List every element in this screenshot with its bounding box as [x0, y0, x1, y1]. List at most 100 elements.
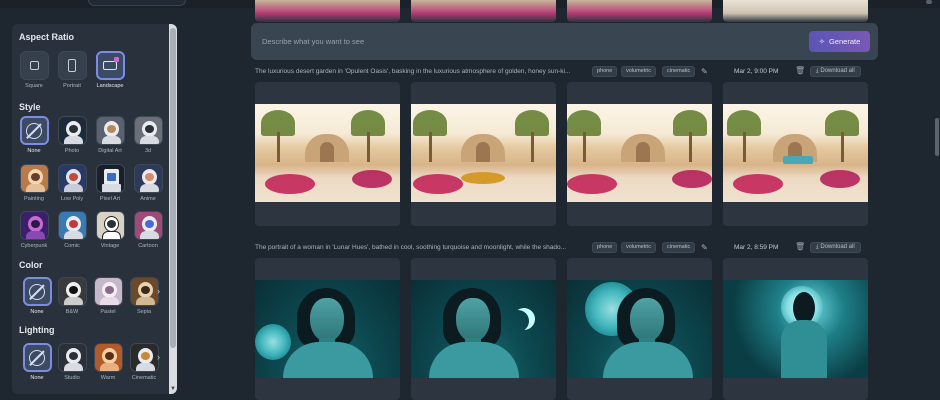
tag-chip[interactable]: cinematic [662, 66, 696, 77]
square-icon [29, 61, 39, 70]
lighting-warm-option[interactable]: Warm [92, 343, 124, 381]
astronaut-thumb-icon [59, 117, 86, 144]
page-scrollbar-thumb[interactable] [935, 118, 939, 156]
generated-image[interactable] [411, 104, 556, 202]
none-icon [26, 122, 42, 139]
astronaut-thumb-icon [131, 278, 158, 305]
image-card[interactable] [567, 82, 712, 226]
none-icon [29, 283, 45, 300]
style-3d-option[interactable]: 3d [132, 116, 164, 154]
sidebar-scrollbar[interactable]: ▼ [169, 24, 177, 394]
astronaut-thumb-icon [21, 165, 48, 192]
trash-icon[interactable]: 🗑 [795, 66, 805, 75]
lighting-none-option[interactable]: None [21, 343, 53, 381]
color-chevron-right-icon[interactable]: › [157, 286, 160, 296]
sidebar-scroll-thumb[interactable] [170, 28, 176, 348]
prev-image-3[interactable] [567, 0, 712, 22]
generation-description: The luxurious desert garden in 'Opulent … [255, 68, 571, 75]
color-pastel-option[interactable]: Pastel [92, 277, 124, 315]
prev-image-4[interactable] [723, 0, 868, 22]
generation-date: Mar 2, 8:59 PM [734, 244, 779, 251]
generated-image[interactable] [411, 280, 556, 378]
astronaut-thumb-icon [21, 212, 48, 239]
generation-header-2: The portrait of a woman in 'Lunar Hues',… [255, 242, 867, 254]
image-card[interactable] [411, 258, 556, 400]
astronaut-thumb-icon [97, 165, 124, 192]
astronaut-thumb-icon [95, 278, 122, 305]
prev-image-2[interactable] [411, 0, 556, 22]
aspect-square-option[interactable]: Square [18, 51, 50, 89]
aspect-portrait-option[interactable]: Portrait [56, 51, 88, 89]
style-pixel-art-option[interactable]: Pixel Art [94, 164, 126, 202]
style-cyberpunk-option[interactable]: Cyberpunk [18, 211, 50, 249]
lighting-cinematic-option[interactable]: Cinematic [128, 343, 160, 381]
generated-image[interactable] [255, 104, 400, 202]
style-none-option[interactable]: None [18, 116, 50, 154]
prompt-bar[interactable]: Describe what you want to see ✧ Generate [251, 23, 878, 60]
image-card[interactable] [723, 82, 868, 226]
prev-image-1[interactable] [255, 0, 400, 22]
astronaut-thumb-icon [59, 212, 86, 239]
generated-image[interactable] [567, 104, 712, 202]
color-none-option[interactable]: None [21, 277, 53, 315]
astronaut-thumb-icon [135, 212, 162, 239]
generated-image[interactable] [567, 280, 712, 378]
astronaut-thumb-icon [131, 344, 158, 371]
color-sepia-option[interactable]: Sepia [128, 277, 160, 315]
none-icon [29, 349, 45, 366]
download-all-button[interactable]: ⤓ Download all [810, 66, 861, 77]
tag-chip[interactable]: volumetric [621, 66, 657, 77]
portrait-icon [68, 59, 76, 72]
generated-image[interactable] [255, 280, 400, 378]
style-photo-option[interactable]: Photo [56, 116, 88, 154]
lighting-chevron-right-icon[interactable]: › [157, 352, 160, 362]
astronaut-thumb-icon [59, 165, 86, 192]
lighting-heading: Lighting [19, 325, 55, 335]
image-card[interactable] [255, 82, 400, 226]
color-heading: Color [19, 260, 43, 270]
astronaut-thumb-icon [97, 212, 124, 239]
astronaut-thumb-icon [135, 165, 162, 192]
selected-marker-icon [113, 57, 119, 62]
tag-chip[interactable]: cinematic [662, 242, 696, 253]
astronaut-thumb-icon [135, 117, 162, 144]
pencil-icon[interactable]: ✎ [701, 67, 708, 76]
style-painting-option[interactable]: Painting [18, 164, 50, 202]
pencil-icon[interactable]: ✎ [701, 243, 708, 252]
magic-wand-icon: ✧ [818, 37, 825, 46]
style-anime-option[interactable]: Anime [132, 164, 164, 202]
style-heading: Style [19, 102, 41, 112]
astronaut-thumb-icon [59, 278, 86, 305]
astronaut-thumb-icon [59, 344, 86, 371]
tag-chip[interactable]: volumetric [621, 242, 657, 253]
style-comic-option[interactable]: Comic [56, 211, 88, 249]
trash-icon[interactable]: 🗑 [795, 242, 805, 251]
generation-description: The portrait of a woman in 'Lunar Hues',… [255, 244, 567, 251]
aspect-ratio-heading: Aspect Ratio [19, 32, 75, 42]
top-menu-icon[interactable] [926, 0, 932, 4]
style-vintage-option[interactable]: Vintage [94, 211, 126, 249]
style-cartoon-option[interactable]: Cartoon [132, 211, 164, 249]
astronaut-thumb-icon [97, 117, 124, 144]
generated-image[interactable] [723, 280, 868, 378]
lighting-studio-option[interactable]: Studio [56, 343, 88, 381]
color-bw-option[interactable]: B&W [56, 277, 88, 315]
generate-button[interactable]: ✧ Generate [809, 31, 870, 52]
aspect-landscape-option[interactable]: Landscape [94, 51, 126, 89]
download-all-button[interactable]: ⤓ Download all [810, 242, 861, 253]
tag-chip[interactable]: phone [592, 242, 618, 253]
image-card[interactable] [567, 258, 712, 400]
prompt-input[interactable]: Describe what you want to see [262, 37, 364, 46]
landscape-icon [103, 61, 117, 70]
image-card[interactable] [411, 82, 556, 226]
image-card[interactable] [723, 258, 868, 400]
generation-header-1: The luxurious desert garden in 'Opulent … [255, 66, 867, 78]
style-digital-art-option[interactable]: Digital Art [94, 116, 126, 154]
scroll-down-arrow-icon[interactable]: ▼ [170, 386, 176, 392]
top-search-pill[interactable] [88, 0, 186, 6]
generated-image[interactable] [723, 104, 868, 202]
image-card[interactable] [255, 258, 400, 400]
tag-chip[interactable]: phone [592, 66, 618, 77]
astronaut-thumb-icon [95, 344, 122, 371]
style-low-poly-option[interactable]: Low Poly [56, 164, 88, 202]
